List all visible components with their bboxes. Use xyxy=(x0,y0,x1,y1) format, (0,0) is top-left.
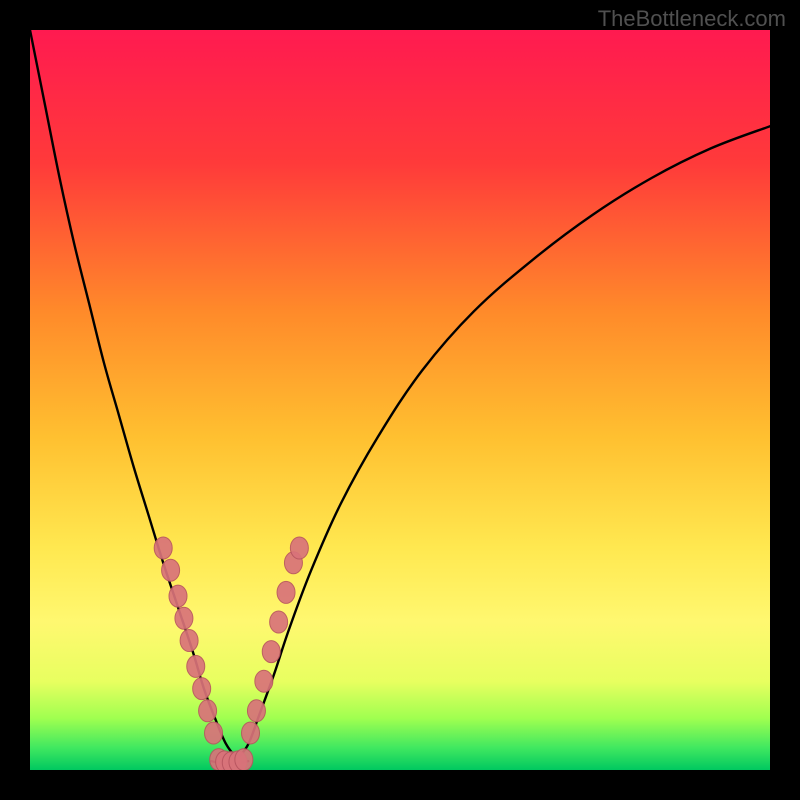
right-marker xyxy=(277,581,295,603)
left-marker xyxy=(187,655,205,677)
floor-marker xyxy=(235,749,253,770)
left-marker xyxy=(175,607,193,629)
left-marker xyxy=(162,559,180,581)
left-marker xyxy=(180,630,198,652)
left-marker xyxy=(154,537,172,559)
chart-svg xyxy=(30,30,770,770)
left-marker xyxy=(193,678,211,700)
right-marker xyxy=(262,641,280,663)
right-marker xyxy=(255,670,273,692)
left-marker xyxy=(169,585,187,607)
watermark-text: TheBottleneck.com xyxy=(598,6,786,32)
chart-container: TheBottleneck.com xyxy=(0,0,800,800)
right-marker xyxy=(247,700,265,722)
left-marker xyxy=(205,722,223,744)
right-marker xyxy=(270,611,288,633)
left-marker xyxy=(199,700,217,722)
plot-area xyxy=(30,30,770,770)
right-marker xyxy=(242,722,260,744)
right-marker xyxy=(290,537,308,559)
